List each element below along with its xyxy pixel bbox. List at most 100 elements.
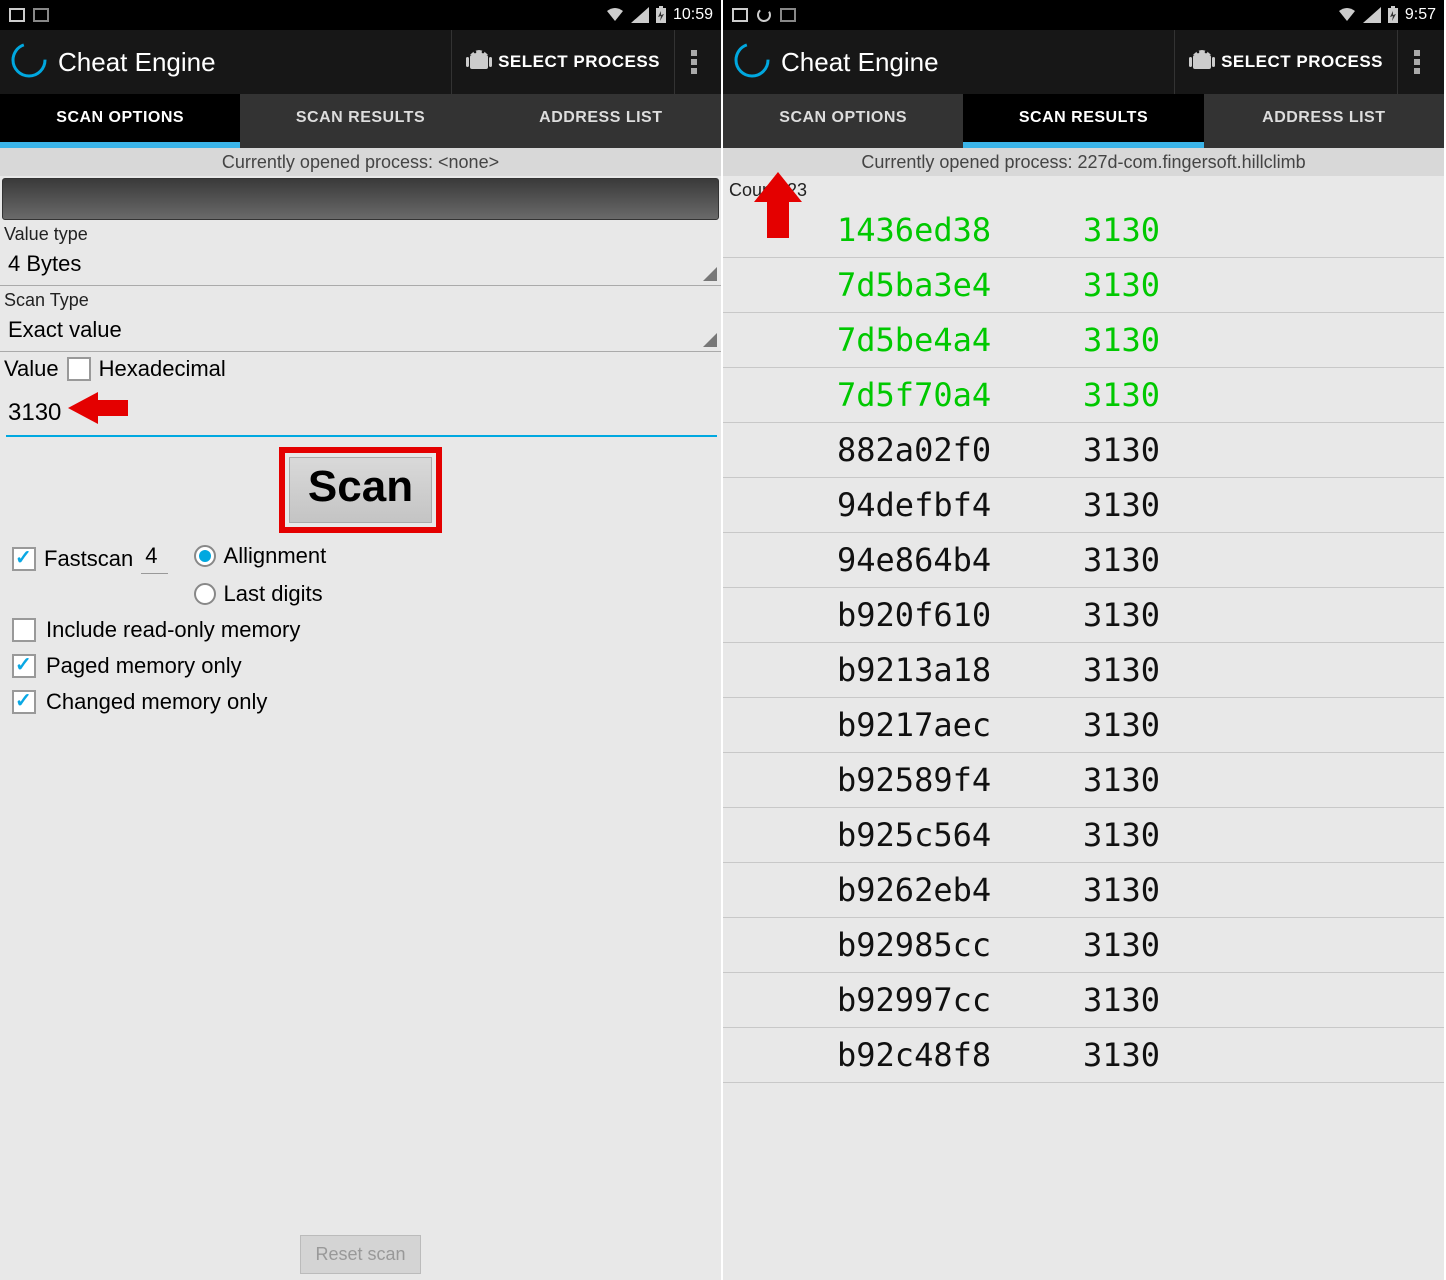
result-value: 3130 bbox=[1083, 816, 1160, 854]
status-bar: 9:57 bbox=[723, 0, 1444, 30]
app-title: Cheat Engine bbox=[781, 47, 1174, 78]
signal-icon bbox=[631, 7, 649, 23]
last-digits-radio[interactable] bbox=[194, 583, 216, 605]
process-line: Currently opened process: <none> bbox=[0, 148, 721, 176]
result-row[interactable]: b92c48f83130 bbox=[723, 1028, 1444, 1083]
annotation-arrow-icon bbox=[767, 198, 789, 238]
result-value: 3130 bbox=[1083, 431, 1160, 469]
alignment-radio[interactable] bbox=[194, 545, 216, 567]
result-row[interactable]: 94defbf43130 bbox=[723, 478, 1444, 533]
select-process-label: SELECT PROCESS bbox=[498, 52, 660, 72]
result-value: 3130 bbox=[1083, 706, 1160, 744]
overflow-menu-button[interactable] bbox=[1398, 30, 1436, 94]
alignment-radio-label: Allignment bbox=[224, 543, 327, 569]
result-value: 3130 bbox=[1083, 211, 1160, 249]
battery-icon bbox=[1387, 6, 1399, 24]
results-count: Count: 23 bbox=[723, 176, 1444, 203]
value-input[interactable]: 3130 bbox=[8, 399, 61, 426]
app-switch-icon-2 bbox=[779, 6, 797, 24]
tab-scan-options[interactable]: SCAN OPTIONS bbox=[0, 94, 240, 148]
app-switch-icon-2 bbox=[32, 6, 50, 24]
android-icon bbox=[466, 45, 492, 80]
result-address: 882a02f0 bbox=[837, 431, 1083, 469]
result-value: 3130 bbox=[1083, 596, 1160, 634]
tab-address-list[interactable]: ADDRESS LIST bbox=[1204, 94, 1444, 148]
tab-address-list[interactable]: ADDRESS LIST bbox=[481, 94, 721, 148]
result-row[interactable]: 7d5ba3e43130 bbox=[723, 258, 1444, 313]
result-address: b9217aec bbox=[837, 706, 1083, 744]
hexadecimal-checkbox[interactable] bbox=[67, 357, 91, 381]
wifi-icon bbox=[605, 7, 625, 23]
result-value: 3130 bbox=[1083, 926, 1160, 964]
result-row[interactable]: b92589f43130 bbox=[723, 753, 1444, 808]
result-address: 7d5ba3e4 bbox=[837, 266, 1083, 304]
tab-bar: SCAN OPTIONS SCAN RESULTS ADDRESS LIST bbox=[723, 94, 1444, 148]
fastscan-value-input[interactable]: 4 bbox=[141, 543, 167, 574]
result-row[interactable]: b9262eb43130 bbox=[723, 863, 1444, 918]
hexadecimal-label: Hexadecimal bbox=[99, 356, 226, 382]
results-list[interactable]: 1436ed3831307d5ba3e431307d5be4a431307d5f… bbox=[723, 203, 1444, 1280]
clock-text: 9:57 bbox=[1405, 6, 1436, 24]
changed-memory-label: Changed memory only bbox=[46, 689, 267, 715]
tab-scan-results[interactable]: SCAN RESULTS bbox=[240, 94, 480, 148]
title-bar: Cheat Engine SELECT PROCESS bbox=[0, 30, 721, 94]
paged-memory-label: Paged memory only bbox=[46, 653, 242, 679]
result-row[interactable]: b92997cc3130 bbox=[723, 973, 1444, 1028]
result-address: b92997cc bbox=[837, 981, 1083, 1019]
result-row[interactable]: 94e864b43130 bbox=[723, 533, 1444, 588]
scan-type-label: Scan Type bbox=[0, 286, 721, 313]
clock-text: 10:59 bbox=[673, 6, 713, 24]
result-row[interactable]: b925c5643130 bbox=[723, 808, 1444, 863]
result-row[interactable]: 882a02f03130 bbox=[723, 423, 1444, 478]
app-logo-icon bbox=[8, 39, 50, 86]
wifi-icon bbox=[1337, 7, 1357, 23]
select-process-button[interactable]: SELECT PROCESS bbox=[1174, 30, 1398, 94]
fastscan-checkbox[interactable] bbox=[12, 547, 36, 571]
overflow-menu-button[interactable] bbox=[675, 30, 713, 94]
android-icon bbox=[1189, 45, 1215, 80]
value-type-spinner[interactable]: 4 Bytes bbox=[0, 247, 721, 286]
app-logo-icon bbox=[731, 39, 773, 86]
reset-scan-button[interactable]: Reset scan bbox=[300, 1235, 420, 1274]
read-only-checkbox[interactable] bbox=[12, 618, 36, 642]
result-row[interactable]: b92985cc3130 bbox=[723, 918, 1444, 973]
select-process-button[interactable]: SELECT PROCESS bbox=[451, 30, 675, 94]
app-switch-icon-1 bbox=[8, 6, 26, 24]
result-row[interactable]: b920f6103130 bbox=[723, 588, 1444, 643]
result-address: 1436ed38 bbox=[837, 211, 1083, 249]
value-type-label: Value type bbox=[0, 220, 721, 247]
result-address: b9262eb4 bbox=[837, 871, 1083, 909]
signal-icon bbox=[1363, 7, 1381, 23]
changed-memory-checkbox[interactable] bbox=[12, 690, 36, 714]
result-row[interactable]: 7d5be4a43130 bbox=[723, 313, 1444, 368]
process-line: Currently opened process: 227d-com.finge… bbox=[723, 148, 1444, 176]
search-bar-input[interactable] bbox=[2, 178, 719, 220]
result-row[interactable]: b9213a183130 bbox=[723, 643, 1444, 698]
result-value: 3130 bbox=[1083, 981, 1160, 1019]
last-digits-radio-label: Last digits bbox=[224, 581, 323, 607]
result-address: b92c48f8 bbox=[837, 1036, 1083, 1074]
tab-bar: SCAN OPTIONS SCAN RESULTS ADDRESS LIST bbox=[0, 94, 721, 148]
result-row[interactable]: 1436ed383130 bbox=[723, 203, 1444, 258]
title-bar: Cheat Engine SELECT PROCESS bbox=[723, 30, 1444, 94]
result-address: b925c564 bbox=[837, 816, 1083, 854]
battery-icon bbox=[655, 6, 667, 24]
result-value: 3130 bbox=[1083, 376, 1160, 414]
annotation-arrow-icon bbox=[68, 392, 98, 424]
select-process-label: SELECT PROCESS bbox=[1221, 52, 1383, 72]
result-address: 7d5f70a4 bbox=[837, 376, 1083, 414]
result-value: 3130 bbox=[1083, 541, 1160, 579]
tab-scan-options[interactable]: SCAN OPTIONS bbox=[723, 94, 963, 148]
result-address: b9213a18 bbox=[837, 651, 1083, 689]
app-title: Cheat Engine bbox=[58, 47, 451, 78]
paged-memory-checkbox[interactable] bbox=[12, 654, 36, 678]
result-address: 7d5be4a4 bbox=[837, 321, 1083, 359]
fastscan-label: Fastscan bbox=[44, 546, 133, 572]
scan-type-spinner[interactable]: Exact value bbox=[0, 313, 721, 352]
result-value: 3130 bbox=[1083, 871, 1160, 909]
result-row[interactable]: 7d5f70a43130 bbox=[723, 368, 1444, 423]
result-row[interactable]: b9217aec3130 bbox=[723, 698, 1444, 753]
result-address: b92589f4 bbox=[837, 761, 1083, 799]
scan-button[interactable]: Scan bbox=[289, 457, 432, 523]
tab-scan-results[interactable]: SCAN RESULTS bbox=[963, 94, 1203, 148]
